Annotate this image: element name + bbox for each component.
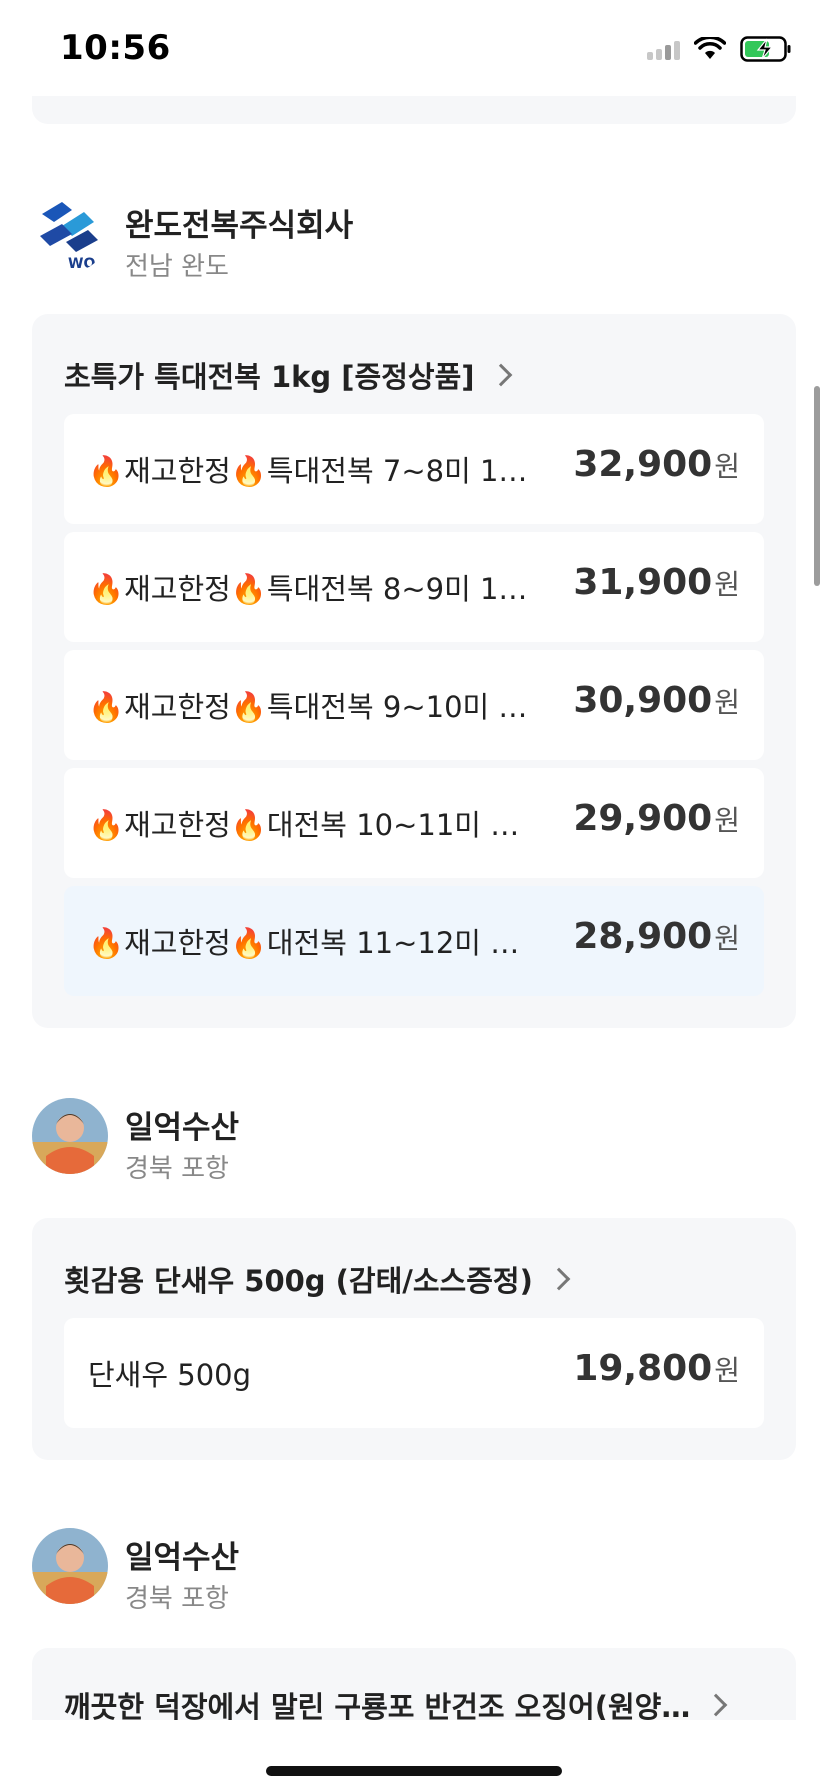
battery-charging-icon (740, 36, 791, 62)
scroll-indicator[interactable] (814, 386, 820, 586)
seller-header[interactable]: 일억수산 경북 포항 (32, 1098, 796, 1188)
status-icons (647, 34, 792, 64)
chevron-right-icon (547, 1267, 571, 1291)
product-title: 초특가 특대전복 1kg [증정상품] (64, 360, 475, 394)
home-indicator[interactable] (266, 1766, 562, 1776)
seller-region: 경북 포항 (125, 1154, 229, 1184)
seller-name: 일억수산 (125, 1110, 240, 1146)
option-row-selected[interactable]: 🔥재고한정🔥대전복 11~12미 … 28,900 원 (64, 886, 764, 996)
seller-header[interactable]: 일억수산 경북 포항 (32, 1528, 796, 1618)
svg-text:WO: WO (68, 256, 95, 272)
product-title: 횟감용 단새우 500g (감태/소스증정) (64, 1264, 533, 1298)
option-name: 🔥재고한정🔥대전복 11~12미 … (88, 926, 520, 960)
option-name: 🔥재고한정🔥대전복 10~11미 … (88, 808, 520, 842)
product-card: 횟감용 단새우 500g (감태/소스증정) 단새우 500g 19,800 원 (32, 1218, 796, 1460)
chevron-right-icon (489, 363, 512, 387)
seller-region: 경북 포항 (125, 1584, 229, 1614)
screen: 10:56 WO 완도전복주식회사 전남 완도 초특가 특대전복 1kg [증정… (0, 0, 828, 1792)
cellular-signal-icon (647, 38, 680, 60)
chevron-right-icon (705, 1693, 728, 1717)
option-name: 🔥재고한정🔥특대전복 9~10미 … (88, 690, 528, 724)
option-price: 29,900 원 (573, 798, 740, 839)
option-row[interactable]: 🔥재고한정🔥특대전복 8~9미 1… 31,900 원 (64, 532, 764, 642)
product-title-link[interactable]: 횟감용 단새우 500g (감태/소스증정) (64, 1258, 571, 1300)
wifi-icon (694, 37, 726, 59)
wando-logo-icon: WO (32, 196, 108, 272)
option-row[interactable]: 🔥재고한정🔥특대전복 7~8미 1… 32,900 원 (64, 414, 764, 524)
seller-header[interactable]: WO 완도전복주식회사 전남 완도 (32, 196, 796, 286)
option-price: 31,900 원 (573, 562, 740, 603)
status-bar: 10:56 (0, 0, 828, 96)
option-price: 30,900 원 (573, 680, 740, 721)
seller-name: 일억수산 (125, 1540, 240, 1576)
seller-region: 전남 완도 (125, 252, 229, 282)
option-price: 32,900 원 (573, 444, 740, 485)
seller-name: 완도전복주식회사 (125, 208, 354, 244)
option-price: 19,800 원 (573, 1348, 740, 1389)
option-name: 🔥재고한정🔥특대전복 8~9미 1… (88, 572, 528, 606)
bottom-safe-area (0, 1720, 828, 1792)
previous-card-bottom (32, 96, 796, 124)
product-title-link[interactable]: 초특가 특대전복 1kg [증정상품] (64, 354, 512, 396)
option-row[interactable]: 🔥재고한정🔥대전복 10~11미 … 29,900 원 (64, 768, 764, 878)
option-row[interactable]: 단새우 500g 19,800 원 (64, 1318, 764, 1428)
seller-photo-avatar (32, 1098, 108, 1174)
seller-photo-avatar (32, 1528, 108, 1604)
option-name: 🔥재고한정🔥특대전복 7~8미 1… (88, 454, 528, 488)
option-price: 28,900 원 (573, 916, 740, 957)
status-time: 10:56 (60, 28, 171, 68)
product-card: 초특가 특대전복 1kg [증정상품] 🔥재고한정🔥특대전복 7~8미 1… 3… (32, 314, 796, 1028)
option-row[interactable]: 🔥재고한정🔥특대전복 9~10미 … 30,900 원 (64, 650, 764, 760)
option-name: 단새우 500g (88, 1358, 252, 1392)
